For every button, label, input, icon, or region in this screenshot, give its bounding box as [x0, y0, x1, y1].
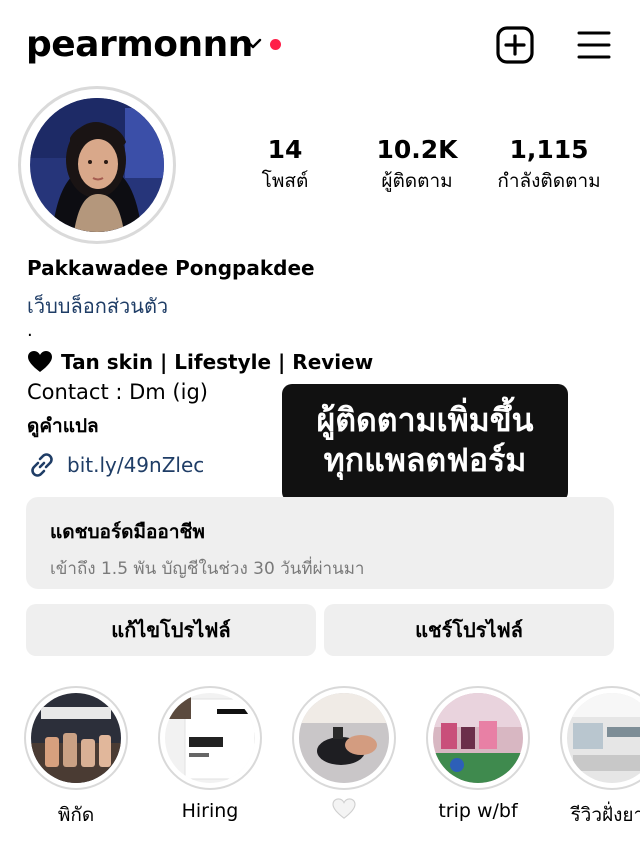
following-count: 1,115 — [509, 135, 589, 164]
category-label[interactable]: เว็บบล็อกส่วนตัว — [27, 290, 168, 322]
bio-link[interactable]: bit.ly/49nZlec — [27, 450, 204, 480]
caption-line-2: ทุกแพลตฟอร์ม — [323, 441, 527, 479]
stat-followers[interactable]: 10.2K ผู้ติดตาม — [362, 135, 472, 196]
highlight-ring — [24, 686, 128, 790]
highlight-ring — [426, 686, 530, 790]
share-profile-button[interactable]: แชร์โปรไฟล์ — [324, 604, 614, 656]
profile-header: pearmonnn — [0, 0, 640, 90]
hamburger-menu-icon[interactable] — [576, 27, 612, 63]
chevron-down-icon[interactable] — [243, 36, 263, 52]
avatar[interactable] — [18, 86, 176, 244]
highlight-cover — [433, 693, 523, 783]
followers-label: ผู้ติดตาม — [381, 170, 453, 192]
dashboard-subtitle: เข้าถึง 1.5 พัน บัญชีในช่วง 30 วันที่ผ่า… — [50, 559, 365, 579]
highlight-label: พิกัด — [57, 804, 95, 826]
stat-posts[interactable]: 14 โพสต์ — [236, 135, 334, 196]
plus-square-icon[interactable] — [495, 25, 535, 65]
posts-count: 14 — [267, 135, 303, 164]
profile-photo — [30, 98, 164, 232]
contact-text: Contact : Dm (ig) — [27, 380, 208, 404]
dashboard-title: แดชบอร์ดมืออาชีพ — [50, 521, 205, 543]
posts-label: โพสต์ — [261, 170, 309, 192]
highlight-ring — [560, 686, 640, 790]
edit-profile-button[interactable]: แก้ไขโปรไฟล์ — [26, 604, 316, 656]
professional-dashboard[interactable]: แดชบอร์ดมืออาชีพ เข้าถึง 1.5 พัน บัญชีใน… — [26, 497, 614, 589]
highlight-item[interactable]: trip w/bf — [424, 686, 532, 822]
display-name: Pakkawadee Pongpakdee — [27, 256, 315, 280]
tagline-text: Tan skin | Lifestyle | Review — [61, 350, 374, 374]
highlight-cover — [165, 693, 255, 783]
following-label: กำลังติดตาม — [497, 170, 601, 192]
highlight-item[interactable]: รีวิวฝั่งยาง — [558, 686, 640, 830]
highlight-label: trip w/bf — [438, 800, 518, 822]
highlight-item[interactable]: Hiring — [156, 686, 264, 822]
highlight-ring — [292, 686, 396, 790]
highlight-cover — [567, 693, 640, 783]
bio-tagline: Tan skin | Lifestyle | Review — [27, 350, 373, 374]
bio-dot: . — [27, 320, 33, 341]
highlight-item[interactable]: พิกัด — [22, 686, 130, 830]
black-heart-icon — [28, 351, 52, 372]
see-translation-link[interactable]: ดูคำแปล — [27, 411, 99, 441]
white-heart-icon — [332, 798, 356, 819]
caption-overlay: ผู้ติดตามเพิ่มขึ้น ทุกแพลตฟอร์ม — [282, 384, 568, 502]
highlight-label: รีวิวฝั่งยาง — [570, 804, 640, 826]
highlight-label: Hiring — [181, 800, 239, 822]
highlight-ring — [158, 686, 262, 790]
highlight-cover — [299, 693, 389, 783]
notification-dot — [270, 39, 281, 50]
link-icon — [31, 453, 53, 477]
highlight-cover — [31, 693, 121, 783]
username[interactable]: pearmonnn — [26, 24, 253, 65]
caption-line-1: ผู้ติดตามเพิ่มขึ้น — [316, 401, 534, 439]
link-text: bit.ly/49nZlec — [67, 453, 205, 477]
highlight-item[interactable] — [290, 686, 398, 830]
stat-following[interactable]: 1,115 กำลังติดตาม — [484, 135, 614, 196]
followers-count: 10.2K — [376, 135, 458, 164]
